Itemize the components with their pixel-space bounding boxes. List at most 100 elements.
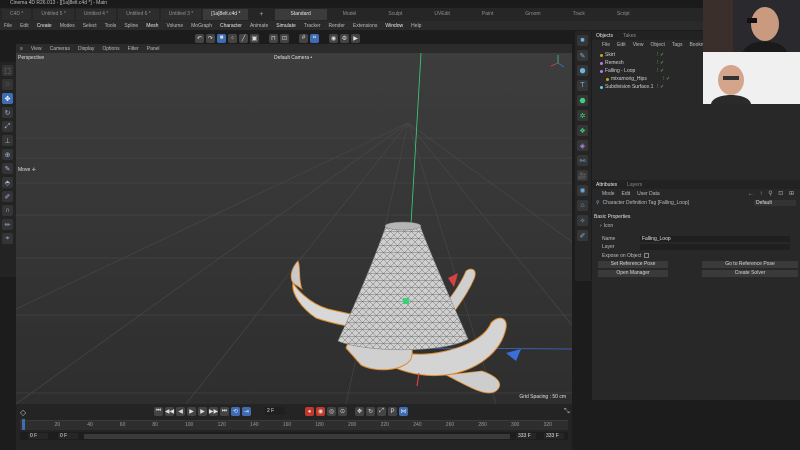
menu-item-extensions[interactable]: Extensions [349, 23, 381, 29]
light-icon[interactable]: ✺ [577, 185, 588, 196]
name-field[interactable]: Falling_Loop [640, 236, 790, 242]
range-start-field-2[interactable]: 0 F [58, 433, 78, 439]
document-tab[interactable]: Untitled 6 * [118, 9, 159, 20]
go-to-reference-pose-button[interactable]: Go to Reference Pose [702, 261, 798, 268]
key-position-icon[interactable]: ✥ [355, 407, 364, 416]
text-icon[interactable]: T [577, 80, 588, 91]
motion-clip-icon[interactable]: ⊙ [338, 407, 347, 416]
object-visibility-icon[interactable]: ⁝ ✓ [657, 68, 664, 74]
measure-tool-icon[interactable]: ⌖ [2, 233, 13, 244]
autokey-icon[interactable]: ◉ [316, 407, 325, 416]
menu-item-select[interactable]: Select [79, 23, 101, 29]
layout-tab[interactable]: UVEdit [418, 9, 466, 20]
menu-item-help[interactable]: Help [407, 23, 425, 29]
menu-item-volume[interactable]: Volume [162, 23, 187, 29]
objects-menu-view[interactable]: View [633, 42, 644, 48]
expand-arrow-icon[interactable]: › [600, 223, 602, 229]
spline-pen-icon[interactable]: ✎ [577, 50, 588, 61]
document-tab[interactable]: [1a]8elt.c4d * [203, 9, 249, 20]
new-tab-button[interactable]: + [256, 11, 266, 18]
menu-item-simulate[interactable]: Simulate [272, 23, 299, 29]
extrude-tool-icon[interactable]: ⬘ [2, 177, 13, 188]
key-rotation-icon[interactable]: ↻ [366, 407, 375, 416]
paint-tool-icon[interactable]: ✏ [2, 219, 13, 230]
play-icon[interactable]: ▶ [187, 407, 196, 416]
layout-tab[interactable]: Script [601, 9, 646, 20]
menu-item-modes[interactable]: Modes [56, 23, 79, 29]
object-visibility-icon[interactable]: ⁝ ✓ [657, 60, 664, 66]
keyframe-icon[interactable]: ◇ [20, 408, 29, 417]
key-scale-icon[interactable]: ⤢ [377, 407, 386, 416]
range-end-field-2[interactable]: 333 F [544, 433, 564, 439]
axis-tool-icon[interactable]: ⊥ [2, 135, 13, 146]
edges-mode-icon[interactable]: ╱ [239, 33, 248, 43]
render-view-icon[interactable]: ◉ [329, 33, 338, 43]
layer-field[interactable] [640, 244, 790, 250]
snap-icon[interactable]: ⊓ [269, 33, 278, 43]
attributes-nav-icons[interactable]: ← ↑ ⚲ ⊡ ⊞ [748, 190, 800, 197]
workplane-icon[interactable]: ⊡ [280, 33, 289, 43]
range-start-field[interactable]: 0 F [28, 433, 48, 439]
deformer-icon[interactable]: ◈ [577, 140, 588, 151]
menu-item-mograph[interactable]: MoGraph [187, 23, 216, 29]
subdivision-icon[interactable]: ⬣ [577, 95, 588, 106]
next-frame-icon[interactable]: ▶ [198, 407, 207, 416]
record-icon[interactable]: ● [305, 407, 314, 416]
field-icon[interactable]: ⚯ [577, 155, 588, 166]
object-visibility-icon[interactable]: ⁝ ✓ [657, 52, 664, 58]
magnet-tool-icon[interactable]: ∩ [2, 205, 13, 216]
viewport-menu-display[interactable]: Display [74, 46, 98, 52]
range-end-field[interactable]: 333 F [516, 433, 536, 439]
objects-menu-edit[interactable]: Edit [617, 42, 626, 48]
layout-tab[interactable]: Groom [509, 9, 556, 20]
attributes-tab[interactable]: Attributes [596, 182, 617, 188]
transform-tool-icon[interactable]: ⊕ [2, 149, 13, 160]
attributes-menu-item[interactable]: Mode [602, 191, 615, 197]
viewport-menu-panel[interactable]: Panel [143, 46, 164, 52]
document-tab[interactable]: Untitled 4 * [75, 9, 117, 20]
current-frame-field[interactable]: 2 F [265, 407, 285, 415]
select-tool-icon[interactable]: ⬚ [2, 65, 13, 76]
render-settings-icon[interactable]: ⚙ [340, 33, 349, 43]
objects-menu-tags[interactable]: Tags [672, 42, 683, 48]
document-tab[interactable]: Untitled 3 * [160, 9, 202, 20]
create-solver-button[interactable]: Create Solver [702, 270, 798, 277]
3d-viewport[interactable]: Perspective Default Camera • Move ✛ Grid… [16, 53, 572, 404]
timeline-ruler[interactable]: 0204060801001201401601802002202402602803… [20, 420, 568, 430]
layout-tab[interactable]: Paint [466, 9, 509, 20]
menu-item-spline[interactable]: Spline [120, 23, 142, 29]
live-select-icon[interactable]: ◌ [2, 79, 13, 90]
objects-tab[interactable]: Takes [623, 33, 636, 39]
rotate-tool-icon[interactable]: ↻ [2, 107, 13, 118]
layout-tab[interactable]: Standard [274, 9, 327, 20]
scale-tool-icon[interactable]: ⤢ [2, 121, 13, 132]
menu-item-tracker[interactable]: Tracker [300, 23, 325, 29]
effector-icon[interactable]: ❖ [577, 125, 588, 136]
objects-menu-file[interactable]: File [602, 42, 610, 48]
menu-item-tools[interactable]: Tools [101, 23, 121, 29]
redo-icon[interactable]: ↷ [206, 33, 215, 43]
viewport-menu-cameras[interactable]: Cameras [46, 46, 74, 52]
polygons-mode-icon[interactable]: ▣ [250, 33, 259, 43]
viewport-camera-label[interactable]: Default Camera • [274, 55, 312, 61]
menu-item-mesh[interactable]: Mesh [142, 23, 162, 29]
next-key-icon[interactable]: ▶▶ [209, 407, 218, 416]
object-visibility-icon[interactable]: ⁝ ✓ [663, 76, 670, 82]
attributes-menu-item[interactable]: Edit [622, 191, 631, 197]
menu-item-render[interactable]: Render [325, 23, 349, 29]
go-to-start-icon[interactable]: ⏮ [154, 407, 163, 416]
key-pla-icon[interactable]: ⋈ [399, 407, 408, 416]
loop-icon[interactable]: ⟲ [231, 407, 240, 416]
menu-item-animate[interactable]: Animate [246, 23, 272, 29]
attributes-tab[interactable]: Layers [627, 182, 642, 188]
key-param-icon[interactable]: P [388, 407, 397, 416]
prev-key-icon[interactable]: ◀◀ [165, 407, 174, 416]
generator-icon[interactable]: ⬢ [577, 65, 588, 76]
objects-tab[interactable]: Objects [596, 33, 613, 39]
document-tab[interactable]: Untitled 5 * [33, 9, 74, 20]
cloner-icon[interactable]: ✲ [577, 110, 588, 121]
camera-icon[interactable]: 🎥 [577, 170, 588, 181]
menu-item-edit[interactable]: Edit [16, 23, 33, 29]
timeline-expand-icon[interactable]: ⤡ [564, 408, 570, 416]
scene-icon[interactable]: ⌂ [577, 200, 588, 211]
